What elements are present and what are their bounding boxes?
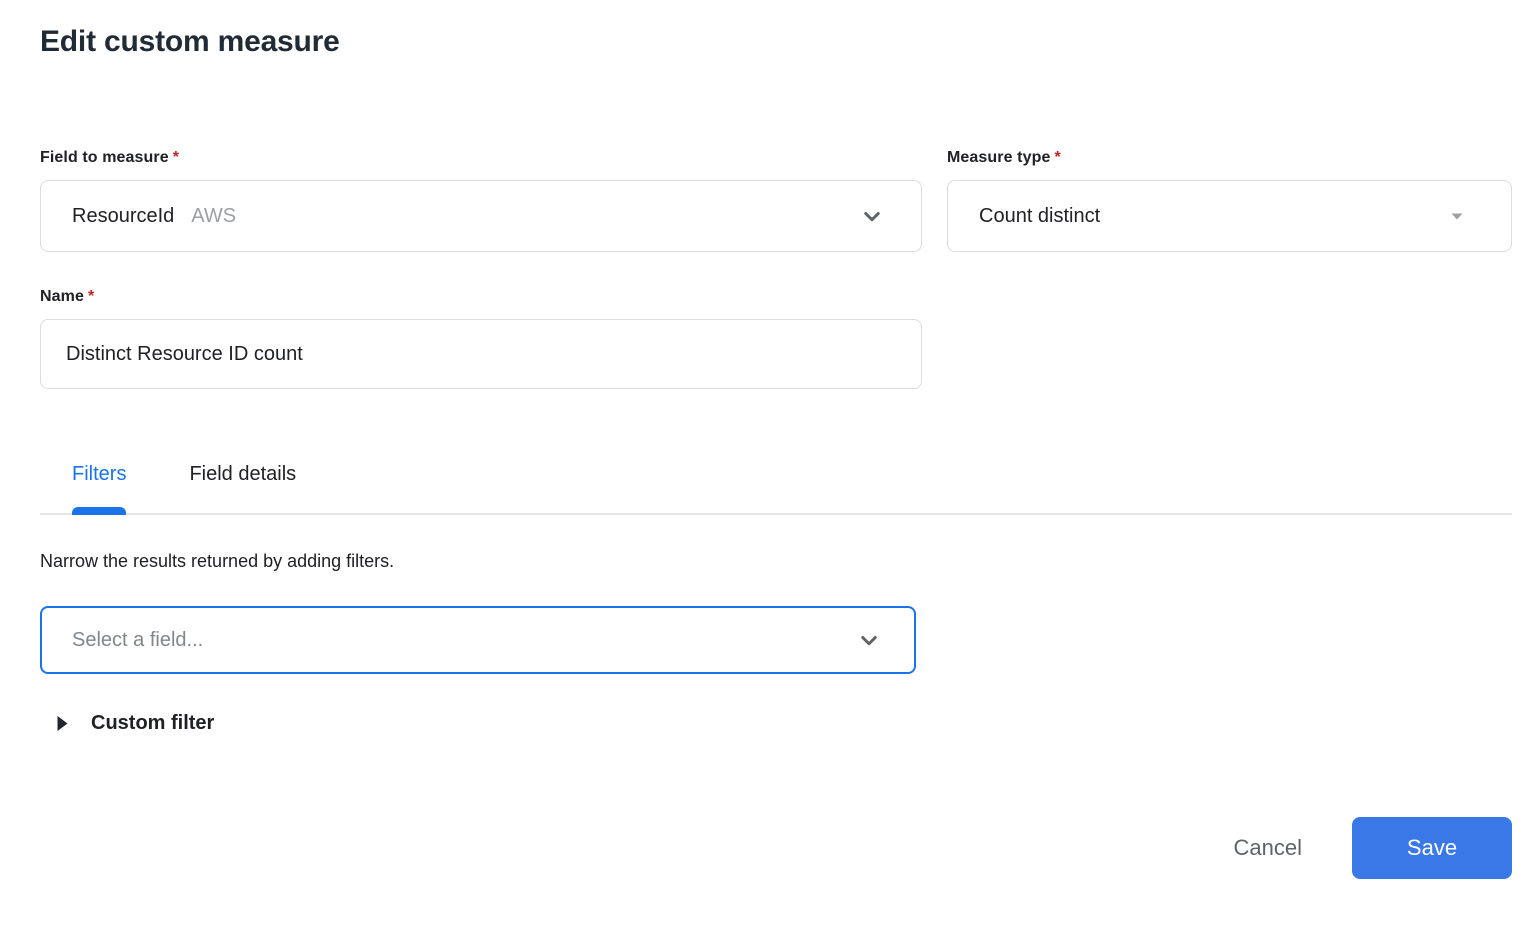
filter-field-select[interactable]: Select a field...: [40, 606, 916, 674]
tab-filters-label: Filters: [72, 463, 127, 485]
filter-field-placeholder: Select a field...: [72, 628, 204, 651]
field-to-measure-group: Field to measure * ResourceId AWS: [40, 149, 922, 252]
tab-field-details-label: Field details: [189, 463, 297, 485]
page-title: Edit custom measure: [40, 25, 340, 58]
dialog-footer: Cancel Save: [40, 817, 1512, 879]
edit-custom-measure-dialog: Edit custom measure Field to measure * Re…: [0, 0, 1536, 926]
field-to-measure-source-tag: AWS: [191, 204, 237, 227]
field-to-measure-label-text: Field to measure: [40, 149, 169, 166]
field-to-measure-value: ResourceId: [72, 204, 175, 227]
measure-type-value: Count distinct: [979, 204, 1101, 227]
measure-type-label-text: Measure type: [947, 149, 1051, 166]
name-label: Name *: [40, 288, 1512, 306]
field-to-measure-label: Field to measure *: [40, 149, 922, 167]
active-tab-indicator: [72, 507, 127, 515]
name-label-text: Name: [40, 288, 84, 305]
cancel-button[interactable]: Cancel: [1210, 825, 1326, 871]
custom-filter-label: Custom filter: [91, 712, 215, 734]
measure-fields-row: Field to measure * ResourceId AWS Measure…: [40, 149, 1512, 252]
name-input[interactable]: [40, 319, 922, 389]
measure-type-select[interactable]: Count distinct: [947, 180, 1512, 252]
required-asterisk: *: [87, 288, 95, 305]
tab-field-details[interactable]: Field details: [189, 463, 296, 513]
tab-bar: Filters Field details: [40, 463, 1512, 515]
name-group: Name *: [40, 288, 1512, 389]
triangle-right-icon: [55, 714, 70, 733]
chevron-down-icon: [854, 625, 884, 655]
measure-type-group: Measure type * Count distinct: [947, 149, 1512, 252]
custom-filter-expander[interactable]: Custom filter: [40, 712, 300, 735]
tab-filters[interactable]: Filters: [72, 463, 127, 515]
required-asterisk: *: [172, 149, 180, 166]
required-asterisk: *: [1054, 149, 1061, 166]
field-to-measure-select[interactable]: ResourceId AWS: [40, 180, 922, 252]
filters-description: Narrow the results returned by adding fi…: [40, 551, 395, 571]
chevron-down-icon: [857, 201, 887, 231]
measure-type-label: Measure type *: [947, 149, 1512, 167]
triangle-down-icon: [1445, 204, 1469, 228]
save-button[interactable]: Save: [1352, 817, 1512, 879]
